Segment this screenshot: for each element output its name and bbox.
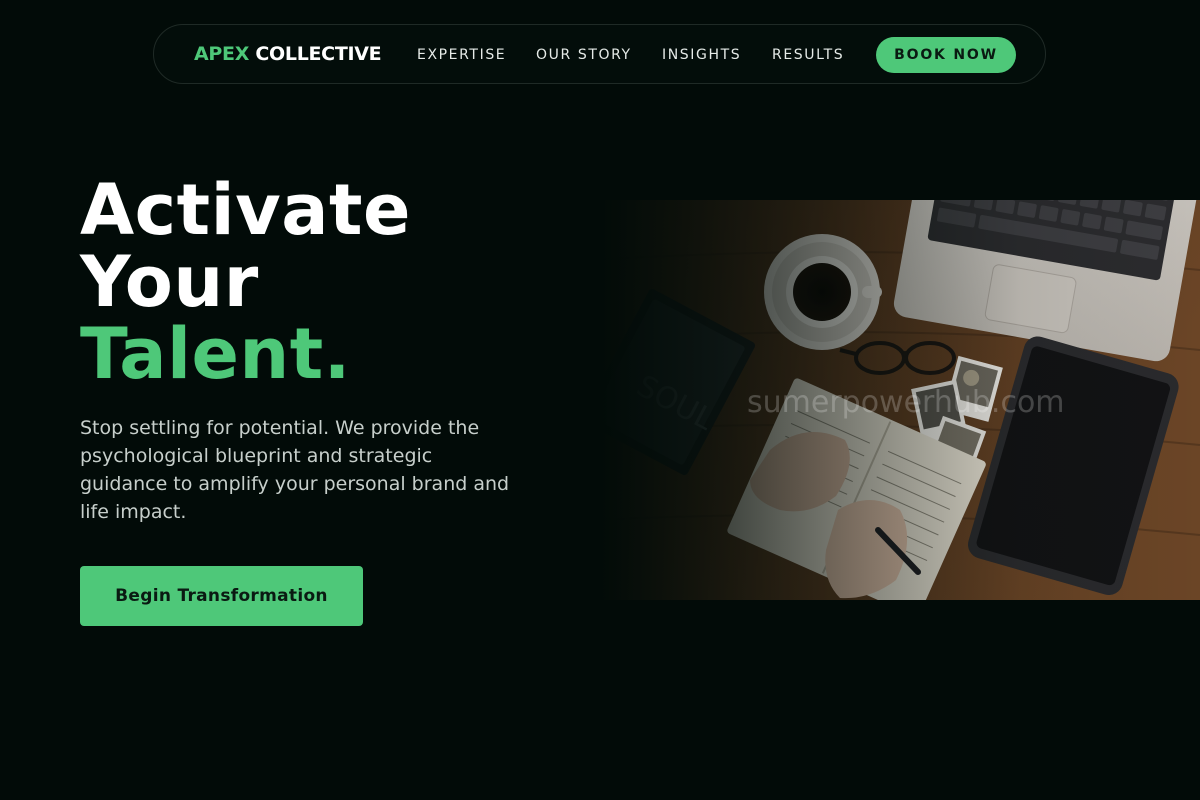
top-navigation: APEX COLLECTIVE EXPERTISE OUR STORY INSI… bbox=[153, 24, 1046, 84]
headline-line-1: Activate bbox=[80, 169, 411, 251]
nav-link-results[interactable]: RESULTS bbox=[772, 47, 844, 63]
headline-line-3: Talent. bbox=[80, 313, 351, 395]
brand-rest-word: COLLECTIVE bbox=[255, 43, 382, 65]
hero-headline: Activate Your Talent. bbox=[80, 174, 411, 390]
begin-transformation-button[interactable]: Begin Transformation bbox=[80, 566, 363, 626]
landing-page: APEX COLLECTIVE EXPERTISE OUR STORY INSI… bbox=[0, 0, 1200, 800]
hero-description: Stop settling for potential. We provide … bbox=[80, 417, 510, 523]
brand-logo[interactable]: APEX COLLECTIVE bbox=[194, 43, 382, 65]
nav-link-our-story[interactable]: OUR STORY bbox=[536, 47, 632, 63]
book-now-button[interactable]: BOOK NOW bbox=[876, 37, 1016, 73]
headline-line-2: Your bbox=[80, 241, 259, 323]
image-watermark: sumerpowerhub.com bbox=[747, 385, 1065, 420]
nav-link-insights[interactable]: INSIGHTS bbox=[662, 47, 741, 63]
brand-accent-word: APEX bbox=[194, 43, 250, 65]
hero-image: SOUL bbox=[600, 200, 1200, 600]
nav-link-expertise[interactable]: EXPERTISE bbox=[417, 47, 506, 63]
